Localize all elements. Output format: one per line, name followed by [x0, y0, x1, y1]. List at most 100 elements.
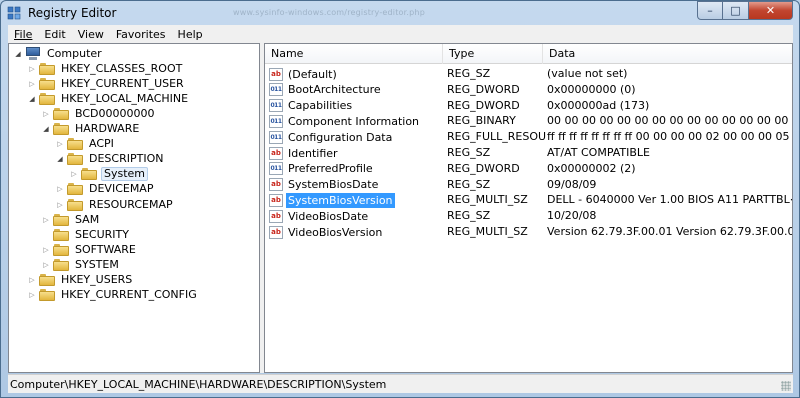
tree-node[interactable]: ▷ BCD00000000	[41, 106, 157, 121]
tree-node-label: DESCRIPTION	[89, 152, 164, 166]
collapse-arrow-icon[interactable]: ◢	[13, 46, 23, 61]
value-row[interactable]: 011 Configuration Data REG_FULL_RESOU... ff…	[265, 129, 792, 145]
binary-value-icon: 011	[269, 99, 283, 113]
expand-arrow-icon[interactable]: ▷	[55, 197, 65, 212]
minimize-icon: –	[707, 4, 713, 17]
menu-edit[interactable]: Edit	[38, 28, 71, 41]
string-value-icon: ab	[269, 146, 283, 160]
value-row[interactable]: ab VideoBiosVersion REG_MULTI_SZ Version 62…	[265, 224, 792, 240]
value-row[interactable]: ab SystemBiosVersion REG_MULTI_SZ DELL - 60…	[265, 192, 792, 208]
menu-view[interactable]: View	[72, 28, 110, 41]
menu-favorites-label: Favorites	[115, 27, 166, 41]
expand-arrow-icon[interactable]: ▷	[27, 76, 37, 91]
expand-arrow-icon[interactable]: ▷	[55, 137, 65, 152]
tree-node[interactable]: ◢ HARDWARE	[41, 122, 141, 137]
folder-icon	[67, 153, 83, 166]
value-type: REG_SZ	[447, 67, 491, 80]
binary-value-icon: 011	[269, 114, 283, 128]
value-row[interactable]: ab VideoBiosDate REG_SZ 10/20/08	[265, 208, 792, 224]
string-value-icon: ab	[269, 193, 283, 207]
tree-node-label: HKEY_LOCAL_MACHINE	[61, 91, 189, 105]
tree-node-label: DEVICEMAP	[89, 182, 154, 196]
expand-arrow-icon[interactable]: ▷	[27, 61, 37, 76]
value-type: REG_DWORD	[447, 98, 520, 112]
tree-node[interactable]: ▷ HKEY_USERS	[27, 273, 134, 288]
tree-node[interactable]: ◢ Computer	[13, 46, 104, 61]
menu-file[interactable]: File	[8, 28, 38, 41]
tree-node[interactable]: ▷ HKEY_CURRENT_CONFIG	[27, 288, 199, 303]
value-type: REG_FULL_RESOU...	[447, 130, 547, 144]
value-name: Component Information	[288, 114, 420, 128]
folder-icon	[39, 62, 55, 75]
tree-node-label: ACPI	[89, 137, 114, 151]
tree-node-label: System	[101, 167, 149, 182]
value-row[interactable]: 011 BootArchitecture REG_DWORD 0x00000000 (…	[265, 82, 792, 98]
expand-arrow-icon[interactable]: ▷	[27, 273, 37, 288]
column-header-type[interactable]: Type	[443, 44, 543, 64]
string-value-icon: ab	[269, 209, 283, 223]
close-icon: ✕	[765, 4, 776, 17]
folder-icon	[39, 274, 55, 286]
minimize-button[interactable]: –	[697, 1, 723, 20]
expand-arrow-icon[interactable]: ▷	[41, 212, 51, 227]
menu-favorites[interactable]: Favorites	[110, 28, 172, 41]
expand-arrow-icon[interactable]: ▷	[41, 242, 51, 257]
tree-node[interactable]: ▷ ACPI	[55, 137, 116, 152]
value-row[interactable]: 011 Component Information REG_BINARY 00 00 …	[265, 113, 792, 129]
maximize-icon: □	[730, 4, 741, 17]
column-header-data[interactable]: Data	[543, 44, 792, 64]
value-data: 00 00 00 00 00 00 00 00 00 00 00 00 00 0…	[547, 114, 792, 128]
resize-grip[interactable]	[781, 381, 791, 391]
tree-node[interactable]: ▷ DEVICEMAP	[55, 182, 155, 197]
collapse-arrow-icon[interactable]: ◢	[55, 152, 65, 167]
value-row[interactable]: ab (Default) REG_SZ (value not set)	[265, 66, 792, 82]
expand-arrow-icon[interactable]: ▷	[27, 288, 37, 303]
status-path: Computer\HKEY_LOCAL_MACHINE\HARDWARE\DES…	[10, 378, 387, 391]
tree-node-label: HKEY_USERS	[61, 273, 133, 286]
tree-node[interactable]: ▷ SAM	[41, 212, 101, 227]
column-header-name[interactable]: Name	[265, 44, 443, 64]
collapse-arrow-icon[interactable]: ◢	[27, 91, 37, 106]
menu-help[interactable]: Help	[172, 28, 209, 41]
tree-node[interactable]: ▷ System	[69, 167, 149, 182]
value-data: (value not set)	[547, 67, 628, 80]
folder-icon	[53, 107, 69, 120]
expand-arrow-icon[interactable]: ▷	[41, 257, 51, 272]
tree-node-label: RESOURCEMAP	[89, 197, 173, 211]
list-header: Name Type Data	[265, 44, 792, 64]
tree-node-label: SYSTEM	[75, 257, 119, 271]
tree-node[interactable]: ◢ HKEY_LOCAL_MACHINE	[27, 91, 190, 106]
key-tree[interactable]: ◢ Computer ▷ HKEY_CLASSES_ROOT ▷ HKEY_CURRENT…	[8, 43, 260, 373]
folder-icon	[39, 77, 55, 90]
values-list[interactable]: Name Type Data ab (Default) REG_SZ (value n…	[264, 43, 793, 373]
tree-node-label: HKEY_CURRENT_CONFIG	[61, 288, 197, 302]
tree-node[interactable]: SECURITY	[41, 227, 131, 242]
tree-node[interactable]: ◢ DESCRIPTION	[55, 152, 165, 167]
value-row[interactable]: ab SystemBiosDate REG_SZ 09/08/09	[265, 177, 792, 193]
tree-node[interactable]: ▷ HKEY_CURRENT_USER	[27, 76, 186, 91]
value-row[interactable]: ab Identifier REG_SZ AT/AT COMPATIBLE	[265, 145, 792, 161]
tree-node[interactable]: ▷ SYSTEM	[41, 257, 121, 272]
collapse-arrow-icon[interactable]: ◢	[41, 122, 51, 137]
folder-icon	[81, 168, 97, 181]
tree-node-label: HARDWARE	[75, 122, 140, 135]
expand-arrow-icon[interactable]: ▷	[41, 106, 51, 121]
tree-node-label: Computer	[47, 46, 102, 60]
value-data: 10/20/08	[547, 209, 597, 223]
folder-icon	[53, 243, 69, 256]
folder-icon	[67, 198, 83, 211]
expand-arrow-icon[interactable]: ▷	[55, 182, 65, 197]
value-row[interactable]: 011 Capabilities REG_DWORD 0x000000ad (173)	[265, 98, 792, 114]
value-row[interactable]: 011 PreferredProfile REG_DWORD 0x00000002 (…	[265, 161, 792, 177]
maximize-button[interactable]: □	[723, 1, 749, 20]
menu-view-label: View	[77, 27, 104, 41]
expand-arrow-icon[interactable]: ▷	[69, 167, 79, 182]
menu-bar: File Edit View Favorites Help	[8, 25, 793, 43]
close-button[interactable]: ✕	[749, 1, 793, 20]
value-data: Version 62.79.3F.00.01 Version 62.79.3F.…	[547, 225, 792, 238]
tree-node[interactable]: ▷ HKEY_CLASSES_ROOT	[27, 61, 184, 76]
title-bar[interactable]: Registry Editor www.sysinfo-windows.com/…	[1, 1, 799, 25]
tree-node[interactable]: ▷ SOFTWARE	[41, 242, 138, 257]
tree-node[interactable]: ▷ RESOURCEMAP	[55, 197, 175, 212]
